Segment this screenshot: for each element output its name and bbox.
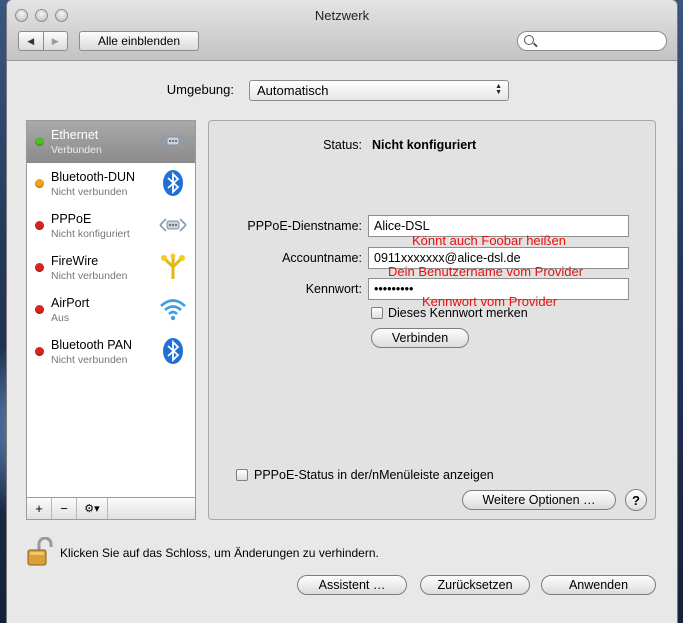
chevron-right-icon[interactable]: ▶: [44, 32, 68, 50]
connect-button[interactable]: Verbinden: [371, 328, 469, 348]
network-preferences-window: Netzwerk ◀ ▶ Alle einblenden Umgebung: A…: [7, 0, 677, 623]
service-name-label: PPPoE-Dienstname:: [247, 219, 362, 233]
bluetooth-icon: [163, 170, 183, 196]
status-dot: [35, 179, 44, 188]
window-title: Netzwerk: [314, 8, 370, 23]
search-input[interactable]: [517, 31, 667, 51]
assistant-button[interactable]: Assistent …: [297, 575, 407, 595]
firewire-icon: [161, 253, 185, 279]
service-name: PPPoE: [51, 212, 92, 226]
service-item-ethernet[interactable]: Ethernet Verbunden: [27, 121, 195, 163]
service-item-pppoe[interactable]: PPPoE Nicht konfiguriert: [27, 205, 195, 247]
lock-icon[interactable]: [26, 537, 54, 567]
service-item-firewire[interactable]: FireWire Nicht verbunden: [27, 247, 195, 289]
service-name: Ethernet: [51, 128, 99, 142]
remember-password-label: Dieses Kennwort merken: [388, 306, 528, 320]
service-status: Nicht verbunden: [51, 354, 128, 366]
bluetooth-icon: [163, 338, 183, 364]
service-status: Nicht verbunden: [51, 186, 128, 198]
help-button[interactable]: ?: [625, 489, 647, 511]
chevron-left-icon[interactable]: ◀: [19, 32, 44, 50]
service-status: Aus: [51, 312, 70, 324]
remove-service-button[interactable]: −: [52, 498, 77, 519]
location-label: Umgebung:: [166, 82, 234, 97]
service-item-bluetooth-pan[interactable]: Bluetooth PAN Nicht verbunden: [27, 331, 195, 373]
status-dot: [35, 347, 44, 356]
status-label: Status:: [323, 138, 362, 152]
status-dot: [35, 137, 44, 146]
status-dot: [35, 221, 44, 230]
status-value: Nicht konfiguriert: [372, 138, 477, 152]
more-options-button[interactable]: Weitere Optionen …: [462, 490, 616, 510]
service-name: Bluetooth-DUN: [51, 170, 136, 184]
service-status: Nicht konfiguriert: [51, 228, 130, 240]
account-name-label: Accountname:: [282, 251, 362, 265]
service-name-annotation: Könnt auch Foobar heißen: [412, 233, 566, 248]
service-list-toolbar: + − ⚙▾: [26, 498, 196, 520]
account-annotation: Dein Benutzername vom Provider: [388, 264, 584, 279]
show-all-button[interactable]: Alle einblenden: [79, 31, 199, 51]
back-forward-control: ◀ ▶: [18, 31, 68, 51]
ethernet-icon: [159, 218, 187, 232]
chevron-updown-icon: ▲ ▼: [495, 83, 502, 96]
service-status: Verbunden: [51, 144, 102, 156]
service-name: AirPort: [51, 296, 90, 310]
service-list: Ethernet Verbunden Bluetooth-DUN Nicht v…: [26, 120, 196, 498]
service-detail-panel: [208, 120, 656, 520]
location-value: Automatisch: [257, 83, 329, 98]
lock-hint-text: Klicken Sie auf das Schloss, um Änderung…: [60, 546, 379, 560]
service-name: Bluetooth PAN: [51, 338, 133, 352]
password-label: Kennwort:: [305, 282, 362, 296]
status-dot: [35, 305, 44, 314]
service-item-bluetooth-dun[interactable]: Bluetooth-DUN Nicht verbunden: [27, 163, 195, 205]
add-service-button[interactable]: +: [27, 498, 52, 519]
show-status-menubar-checkbox[interactable]: [236, 469, 248, 481]
search-icon: [524, 35, 534, 45]
wifi-icon: [160, 299, 186, 321]
apply-button[interactable]: Anwenden: [541, 575, 656, 595]
service-status: Nicht verbunden: [51, 270, 128, 282]
show-status-menubar-label: PPPoE-Status in der/nMenüleiste anzeigen: [254, 468, 494, 482]
remember-password-checkbox[interactable]: [371, 307, 383, 319]
ethernet-icon: [159, 134, 187, 148]
status-dot: [35, 263, 44, 272]
gear-icon[interactable]: ⚙▾: [77, 498, 108, 519]
location-select[interactable]: Automatisch ▲ ▼: [249, 80, 509, 101]
title-bar: Netzwerk ◀ ▶ Alle einblenden: [7, 0, 677, 61]
reset-button[interactable]: Zurücksetzen: [420, 575, 530, 595]
service-item-airport[interactable]: AirPort Aus: [27, 289, 195, 331]
service-name: FireWire: [51, 254, 99, 268]
